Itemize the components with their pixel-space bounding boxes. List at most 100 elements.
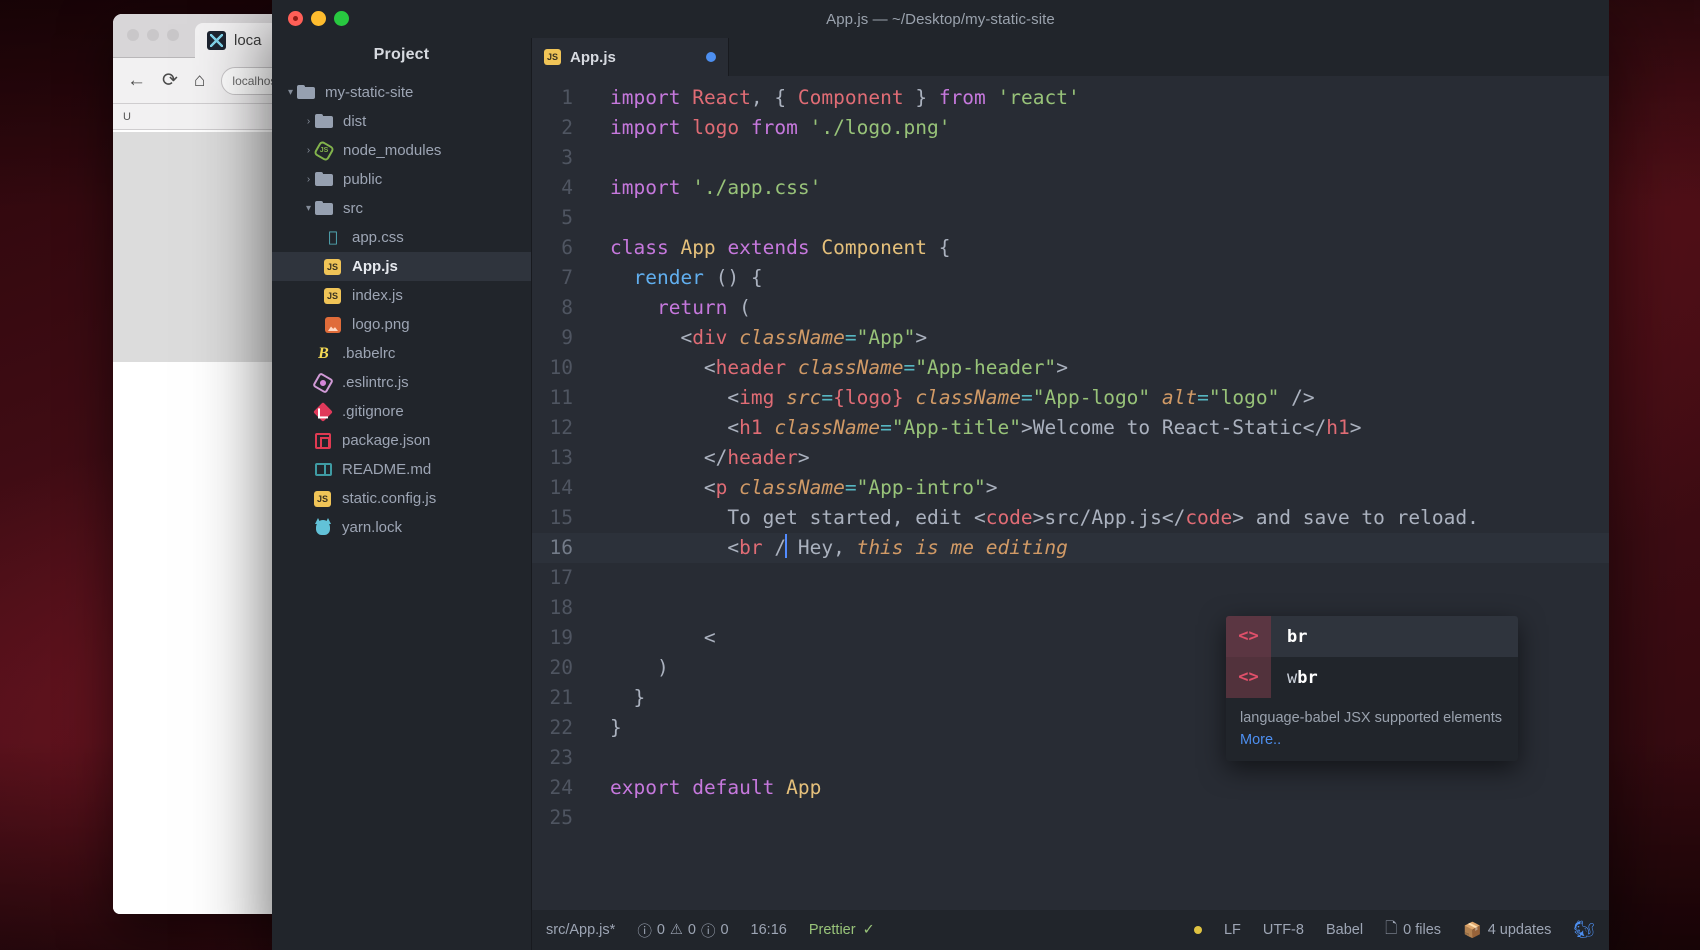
autocomplete-more-link[interactable]: More.. — [1226, 732, 1518, 761]
line-content[interactable]: <p className="App-intro"> — [587, 473, 997, 503]
code-line[interactable]: 11 <img src={logo} className="App-logo" … — [532, 383, 1609, 413]
line-content[interactable]: < — [587, 623, 716, 653]
chevron-down-icon[interactable]: ▾ — [302, 203, 315, 214]
browser-minimize-icon[interactable] — [147, 29, 159, 41]
line-content[interactable]: <img src={logo} className="App-logo" alt… — [587, 383, 1315, 413]
tree-item-static-config[interactable]: JS static.config.js — [272, 484, 531, 513]
line-content[interactable] — [587, 203, 610, 233]
tree-item-babelrc[interactable]: B .babelrc — [272, 339, 531, 368]
autocomplete-item-wbr[interactable]: <> wbr — [1226, 657, 1518, 698]
code-line-active[interactable]: 16 <br / Hey, this is me editing — [532, 533, 1609, 563]
line-content[interactable]: import './app.css' — [587, 173, 821, 203]
line-content[interactable] — [587, 803, 610, 833]
browser-zoom-icon[interactable] — [167, 29, 179, 41]
code-editor-area[interactable]: 1 import React, { Component } from 'reac… — [532, 76, 1609, 910]
browser-traffic-lights[interactable] — [127, 29, 179, 41]
autocomplete-popup[interactable]: <> br <> wbr language-babel JSX supporte… — [1226, 616, 1518, 761]
line-content[interactable] — [587, 563, 610, 593]
status-encoding[interactable]: UTF-8 — [1263, 922, 1304, 938]
line-content[interactable]: <h1 className="App-title">Welcome to Rea… — [587, 413, 1361, 443]
code-line[interactable]: 12 <h1 className="App-title">Welcome to … — [532, 413, 1609, 443]
code-line[interactable]: 17 — [532, 563, 1609, 593]
code-line[interactable]: 13 </header> — [532, 443, 1609, 473]
line-content[interactable]: <header className="App-header"> — [587, 353, 1068, 383]
status-files-changed[interactable]: 🗋 0 files — [1385, 918, 1441, 943]
line-content[interactable]: import logo from './logo.png' — [587, 113, 951, 143]
code-line[interactable]: 10 <header className="App-header"> — [532, 353, 1609, 383]
minimize-window-icon[interactable] — [311, 11, 326, 26]
tab-app-js[interactable]: JS App.js — [532, 38, 729, 76]
line-content[interactable]: } — [587, 683, 645, 713]
tree-item-index-js[interactable]: JS index.js — [272, 281, 531, 310]
code-line[interactable]: 8 return ( — [532, 293, 1609, 323]
reload-icon[interactable]: ⟳ — [162, 71, 178, 90]
status-updates[interactable]: 📦 4 updates — [1463, 921, 1551, 939]
status-prettier[interactable]: Prettier ✓ — [809, 922, 875, 938]
back-arrow-icon[interactable]: ← — [127, 71, 146, 90]
tree-item-src[interactable]: ▾ src — [272, 194, 531, 223]
code-line[interactable]: 1 import React, { Component } from 'reac… — [532, 83, 1609, 113]
code-line[interactable]: 4 import './app.css' — [532, 173, 1609, 203]
line-content[interactable]: <div className="App"> — [587, 323, 927, 353]
tree-item-node-modules[interactable]: › JS node_modules — [272, 136, 531, 165]
tab-bar[interactable]: JS App.js — [532, 38, 1609, 76]
code-line[interactable]: 25 — [532, 803, 1609, 833]
project-sidebar[interactable]: Project ▾ my-static-site › dist › JS nod… — [272, 38, 532, 950]
unsaved-changes-dot-icon[interactable] — [706, 52, 716, 62]
code-line[interactable]: 7 render () { — [532, 263, 1609, 293]
line-content[interactable]: export default App — [587, 773, 821, 803]
file-tree[interactable]: ▾ my-static-site › dist › JS node_module… — [272, 78, 531, 950]
code-line[interactable]: 3 — [532, 143, 1609, 173]
status-diagnostics[interactable]: ⓘ 0 ⚠ 0 ⓘ 0 — [637, 920, 728, 941]
squirrel-icon[interactable]: 🐿 — [1573, 920, 1595, 940]
line-content[interactable]: ) — [587, 653, 669, 683]
line-content[interactable]: import React, { Component } from 'react' — [587, 83, 1080, 113]
tree-item-app-css[interactable]:  app.css — [272, 223, 531, 252]
line-content[interactable]: </header> — [587, 443, 810, 473]
window-traffic-lights[interactable] — [288, 11, 349, 26]
tree-item-my-static-site[interactable]: ▾ my-static-site — [272, 78, 531, 107]
status-line-ending[interactable]: LF — [1224, 922, 1241, 938]
tree-item-dist[interactable]: › dist — [272, 107, 531, 136]
tree-item-app-js[interactable]: JS App.js — [272, 252, 531, 281]
tree-item-yarn-lock[interactable]: yarn.lock — [272, 513, 531, 542]
tree-item-readme[interactable]: README.md — [272, 455, 531, 484]
tree-item-gitignore[interactable]: .gitignore — [272, 397, 531, 426]
code-line[interactable]: 2 import logo from './logo.png' — [532, 113, 1609, 143]
git-status-dot-icon[interactable] — [1194, 926, 1202, 934]
status-cursor-position[interactable]: 16:16 — [751, 922, 787, 938]
code-line[interactable]: 15 To get started, edit <code>src/App.js… — [532, 503, 1609, 533]
close-window-icon[interactable] — [288, 11, 303, 26]
line-content[interactable]: return ( — [587, 293, 751, 323]
line-content[interactable] — [587, 743, 610, 773]
autocomplete-item-br[interactable]: <> br — [1226, 616, 1518, 657]
status-file-path[interactable]: src/App.js* — [546, 922, 615, 938]
status-grammar[interactable]: Babel — [1326, 922, 1363, 938]
zoom-window-icon[interactable] — [334, 11, 349, 26]
code-line[interactable]: 9 <div className="App"> — [532, 323, 1609, 353]
code-line[interactable]: 24 export default App — [532, 773, 1609, 803]
line-content[interactable]: } — [587, 713, 622, 743]
chevron-right-icon[interactable]: › — [302, 116, 315, 127]
home-icon[interactable]: ⌂ — [194, 71, 205, 90]
bookmark-item[interactable]: U — [123, 111, 131, 123]
line-content[interactable]: To get started, edit <code>src/App.js</c… — [587, 503, 1479, 533]
browser-close-icon[interactable] — [127, 29, 139, 41]
chevron-right-icon[interactable]: › — [302, 174, 315, 185]
tree-item-logo-png[interactable]: logo.png — [272, 310, 531, 339]
line-content[interactable] — [587, 593, 610, 623]
tree-item-eslintrc[interactable]: .eslintrc.js — [272, 368, 531, 397]
chevron-right-icon[interactable]: › — [302, 145, 315, 156]
line-content[interactable]: class App extends Component { — [587, 233, 951, 263]
code-line[interactable]: 6 class App extends Component { — [532, 233, 1609, 263]
code-line[interactable]: 14 <p className="App-intro"> — [532, 473, 1609, 503]
line-content[interactable]: <br / Hey, this is me editing — [587, 533, 1068, 563]
code-line[interactable]: 5 — [532, 203, 1609, 233]
line-content[interactable]: render () { — [587, 263, 763, 293]
tree-item-public[interactable]: › public — [272, 165, 531, 194]
status-bar[interactable]: src/App.js* ⓘ 0 ⚠ 0 ⓘ 0 16:16 Prettier ✓ — [532, 910, 1609, 950]
line-content[interactable] — [587, 143, 610, 173]
tree-item-package-json[interactable]: package.json — [272, 426, 531, 455]
chevron-down-icon[interactable]: ▾ — [284, 87, 297, 98]
atom-editor-window[interactable]: App.js — ~/Desktop/my-static-site Projec… — [272, 0, 1609, 950]
